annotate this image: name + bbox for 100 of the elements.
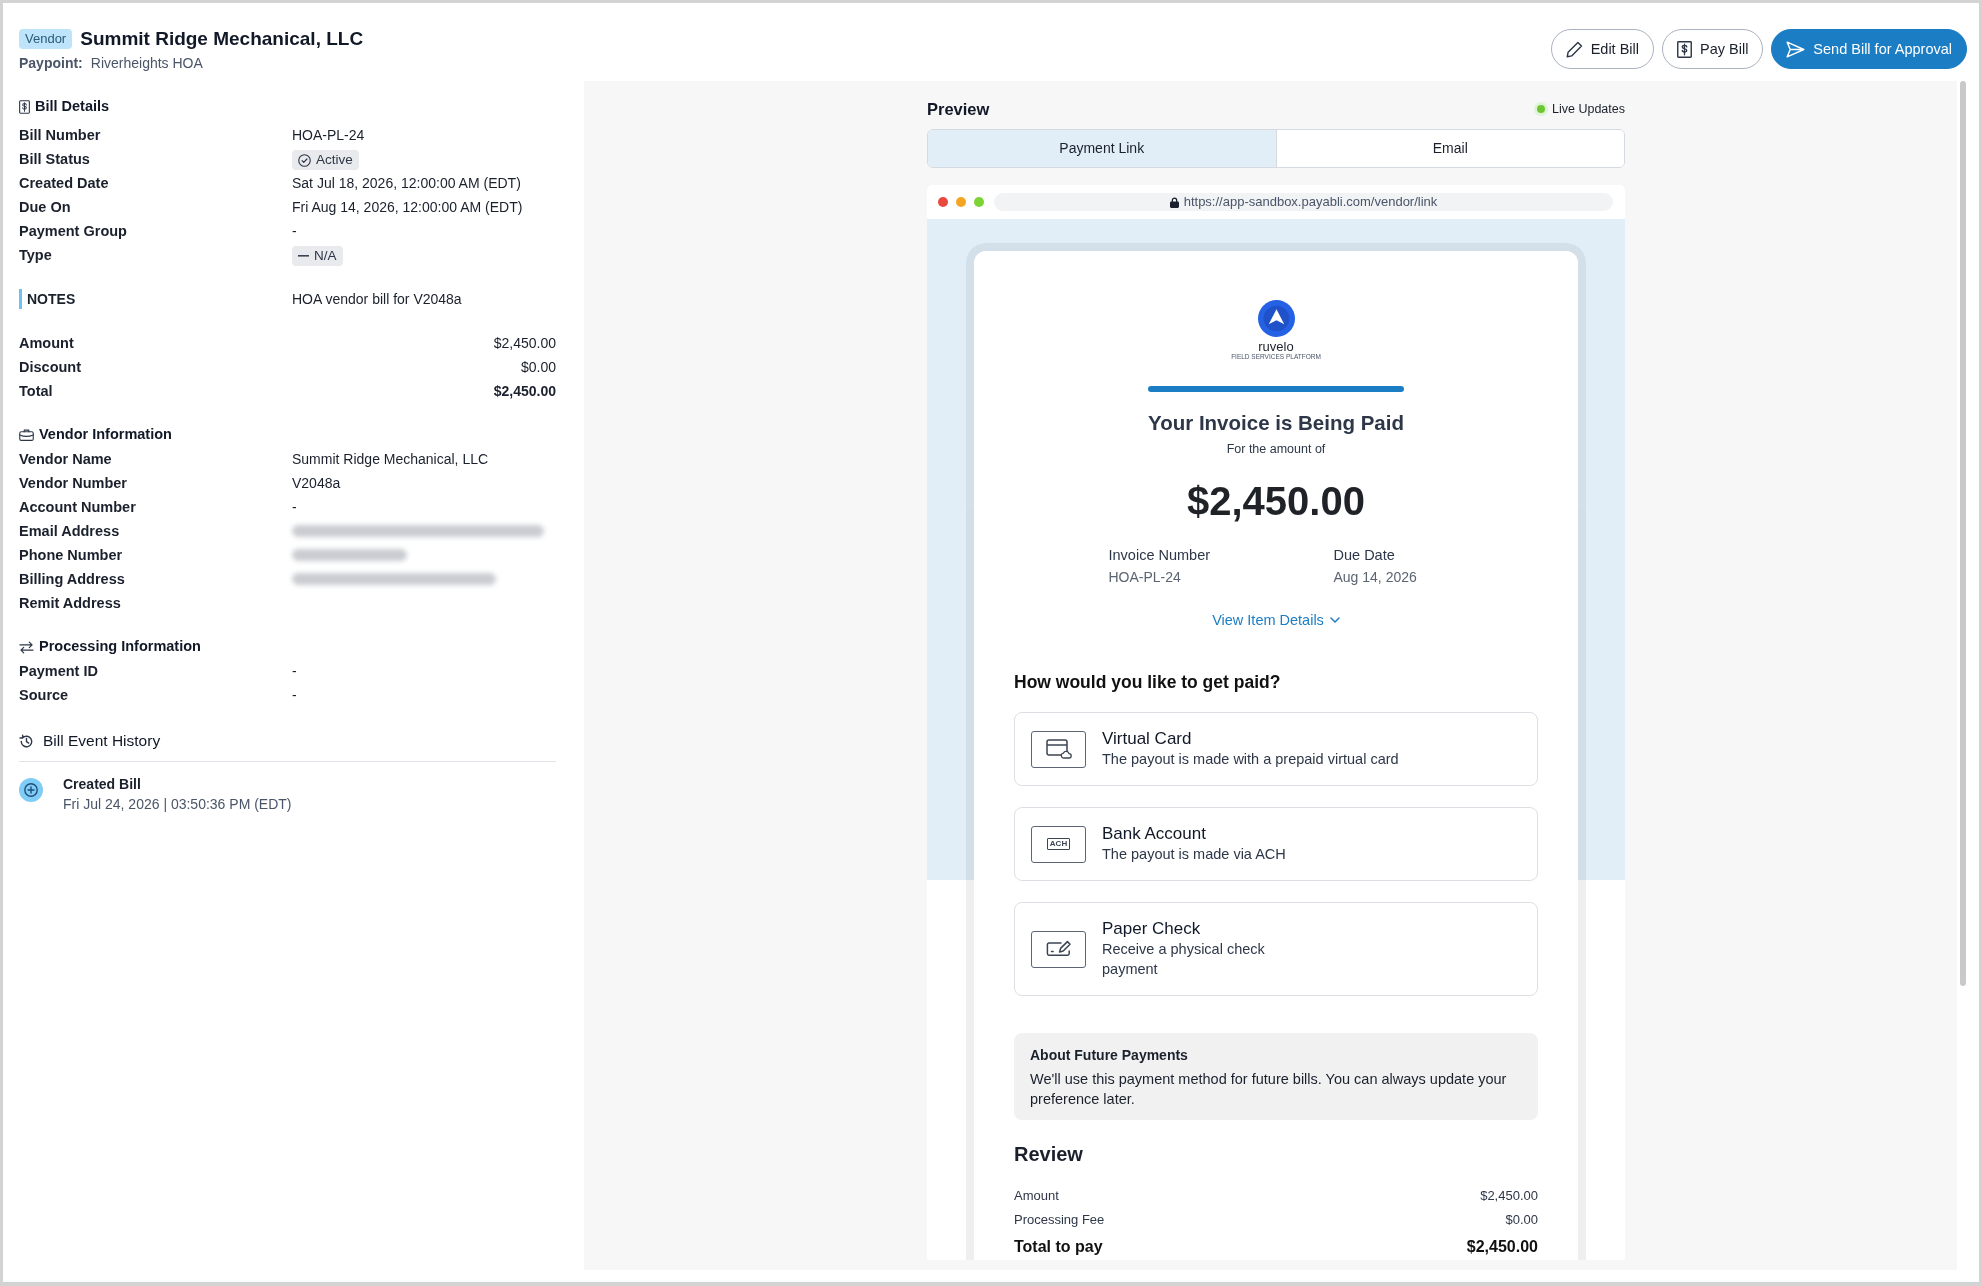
minimize-dot-icon	[956, 197, 966, 207]
total-value: $2,450.00	[493, 382, 556, 401]
field-label: Bill Status	[19, 150, 91, 169]
review-label: Processing Fee	[1014, 1211, 1105, 1229]
preview-title: Preview	[927, 98, 990, 120]
brand-name: ruvelo	[1258, 340, 1294, 353]
paypoint-name: Riverheights HOA	[90, 54, 203, 73]
review-value: $2,450.00	[1480, 1187, 1538, 1205]
maximize-dot-icon	[974, 197, 984, 207]
option-title: Virtual Card	[1102, 729, 1192, 749]
check-circle-icon	[298, 153, 311, 167]
tab[interactable]: Payment Link	[928, 130, 1276, 167]
field-label: Created Date	[19, 174, 110, 193]
ach-label: ACH	[1046, 838, 1071, 850]
field-label: Discount	[19, 358, 82, 377]
meta-value: HOA-PL-24	[1108, 568, 1181, 587]
field-label: Account Number	[19, 498, 137, 517]
receipt-icon	[19, 100, 30, 114]
edit-button[interactable]: Edit Bill	[1550, 29, 1654, 69]
arrow-logo-icon	[1257, 300, 1295, 337]
notes-label: NOTES	[19, 289, 76, 309]
paper-plane-icon	[1786, 40, 1806, 58]
field-label: Source	[19, 686, 70, 705]
review-title: Review	[1014, 1142, 1083, 1167]
meta-label: Due Date	[1333, 546, 1395, 565]
field-label: Bill Number	[19, 126, 102, 145]
option-title: Bank Account	[1102, 824, 1206, 844]
field-label: Payment Group	[19, 222, 128, 241]
close-dot-icon	[938, 197, 948, 207]
status-text: Active	[316, 151, 353, 170]
type-text: N/A	[314, 247, 337, 266]
item-details-link[interactable]: View Item Details	[1212, 610, 1340, 630]
vendor-tag: Vendor	[19, 29, 73, 49]
pay-button[interactable]: Pay Bill	[1662, 29, 1764, 69]
card-icon	[1031, 730, 1086, 768]
payout-option[interactable]: Virtual Card The payout is made with a prepaid virtual card	[1014, 712, 1538, 786]
field-label: Phone Number	[19, 546, 124, 565]
payout-option[interactable]: Paper Check Receive a physical check payment	[1014, 902, 1538, 996]
field-value: -	[292, 222, 298, 241]
field-label: Vendor Number	[19, 474, 128, 493]
invoice-heading: Your Invoice is Being Paid	[1148, 410, 1404, 436]
field-label: Amount	[19, 334, 74, 353]
live-updates-label: Live Updates	[1552, 100, 1625, 118]
field-label: Type	[19, 246, 53, 265]
meta-label: Invoice Number	[1108, 546, 1211, 565]
info-text: We'll use this payment method for future bills. You can always update your preference later.	[1030, 1070, 1508, 1109]
status-dot-icon	[1534, 102, 1549, 116]
plus-circle-icon	[19, 778, 43, 802]
section-title: Bill Details	[35, 97, 110, 117]
send-button[interactable]: Send Bill for Approval	[1771, 29, 1967, 69]
briefcase-icon	[19, 429, 34, 441]
payout-option[interactable]: ACH Bank Account The payout is made via ACH	[1014, 807, 1538, 881]
payout-question: How would you like to get paid?	[1014, 671, 1281, 694]
address-bar[interactable]: https://app-sandbox.payabli.com/vendor/link	[994, 193, 1613, 211]
field-label: Remit Address	[19, 594, 122, 613]
field-label: Payment ID	[19, 662, 99, 681]
field-label: Total	[19, 382, 53, 401]
amount-value: $0.00	[520, 358, 556, 377]
history-icon	[19, 733, 34, 749]
option-title: Paper Check	[1102, 919, 1201, 939]
field-value: V2048a	[292, 474, 342, 493]
option-description: Receive a physical check payment	[1102, 940, 1266, 979]
lock-icon	[1169, 196, 1179, 208]
field-value: -	[292, 686, 298, 705]
scrollbar-thumb[interactable]	[1960, 81, 1966, 986]
field-label: Vendor Name	[19, 450, 113, 469]
amount-caption: For the amount of	[1226, 441, 1326, 457]
option-description: The payout is made with a prepaid virtual card	[1102, 750, 1399, 769]
field-value: -	[292, 498, 298, 517]
section-title: Bill Event History	[43, 731, 161, 752]
field-value: Sat Jul 18, 2026, 12:00:00 AM (EDT)	[292, 174, 522, 193]
field-value: -	[292, 662, 298, 681]
option-description: The payout is made via ACH	[1102, 845, 1286, 864]
section-title: Processing Information	[39, 637, 201, 657]
paypoint-label: Paypoint:	[19, 54, 83, 73]
notes-text: HOA vendor bill for V2048a	[292, 290, 463, 309]
dash-icon	[298, 255, 309, 258]
event-time: Fri Jul 24, 2026 | 03:50:36 PM (EDT)	[63, 795, 292, 814]
chevron-down-icon	[1329, 617, 1340, 623]
event-title: Created Bill	[63, 775, 142, 794]
info-title: About Future Payments	[1030, 1046, 1189, 1065]
field-value: HOA-PL-24	[292, 126, 366, 145]
total-value: $2,450.00	[1466, 1237, 1538, 1257]
meta-value: Aug 14, 2026	[1333, 568, 1417, 587]
swap-arrows-icon	[19, 640, 34, 654]
review-label: Amount	[1014, 1187, 1059, 1205]
vendor-title: Summit Ridge Mechanical, LLC	[80, 27, 364, 51]
review-value: $0.00	[1505, 1211, 1538, 1229]
field-value: Summit Ridge Mechanical, LLC	[292, 450, 490, 469]
pencil-icon	[1565, 40, 1583, 58]
dollar-bill-icon	[1677, 40, 1692, 58]
tab[interactable]: Email	[1275, 130, 1624, 167]
field-label: Email Address	[19, 522, 121, 541]
card-pencil-icon	[1031, 930, 1086, 968]
field-value: Fri Aug 14, 2026, 12:00:00 AM (EDT)	[292, 198, 524, 217]
invoice-amount: $2,450.00	[1187, 478, 1365, 524]
amount-value: $2,450.00	[493, 334, 556, 353]
section-title: Vendor Information	[39, 425, 172, 445]
total-label: Total to pay	[1014, 1237, 1103, 1257]
field-label: Due On	[19, 198, 72, 217]
